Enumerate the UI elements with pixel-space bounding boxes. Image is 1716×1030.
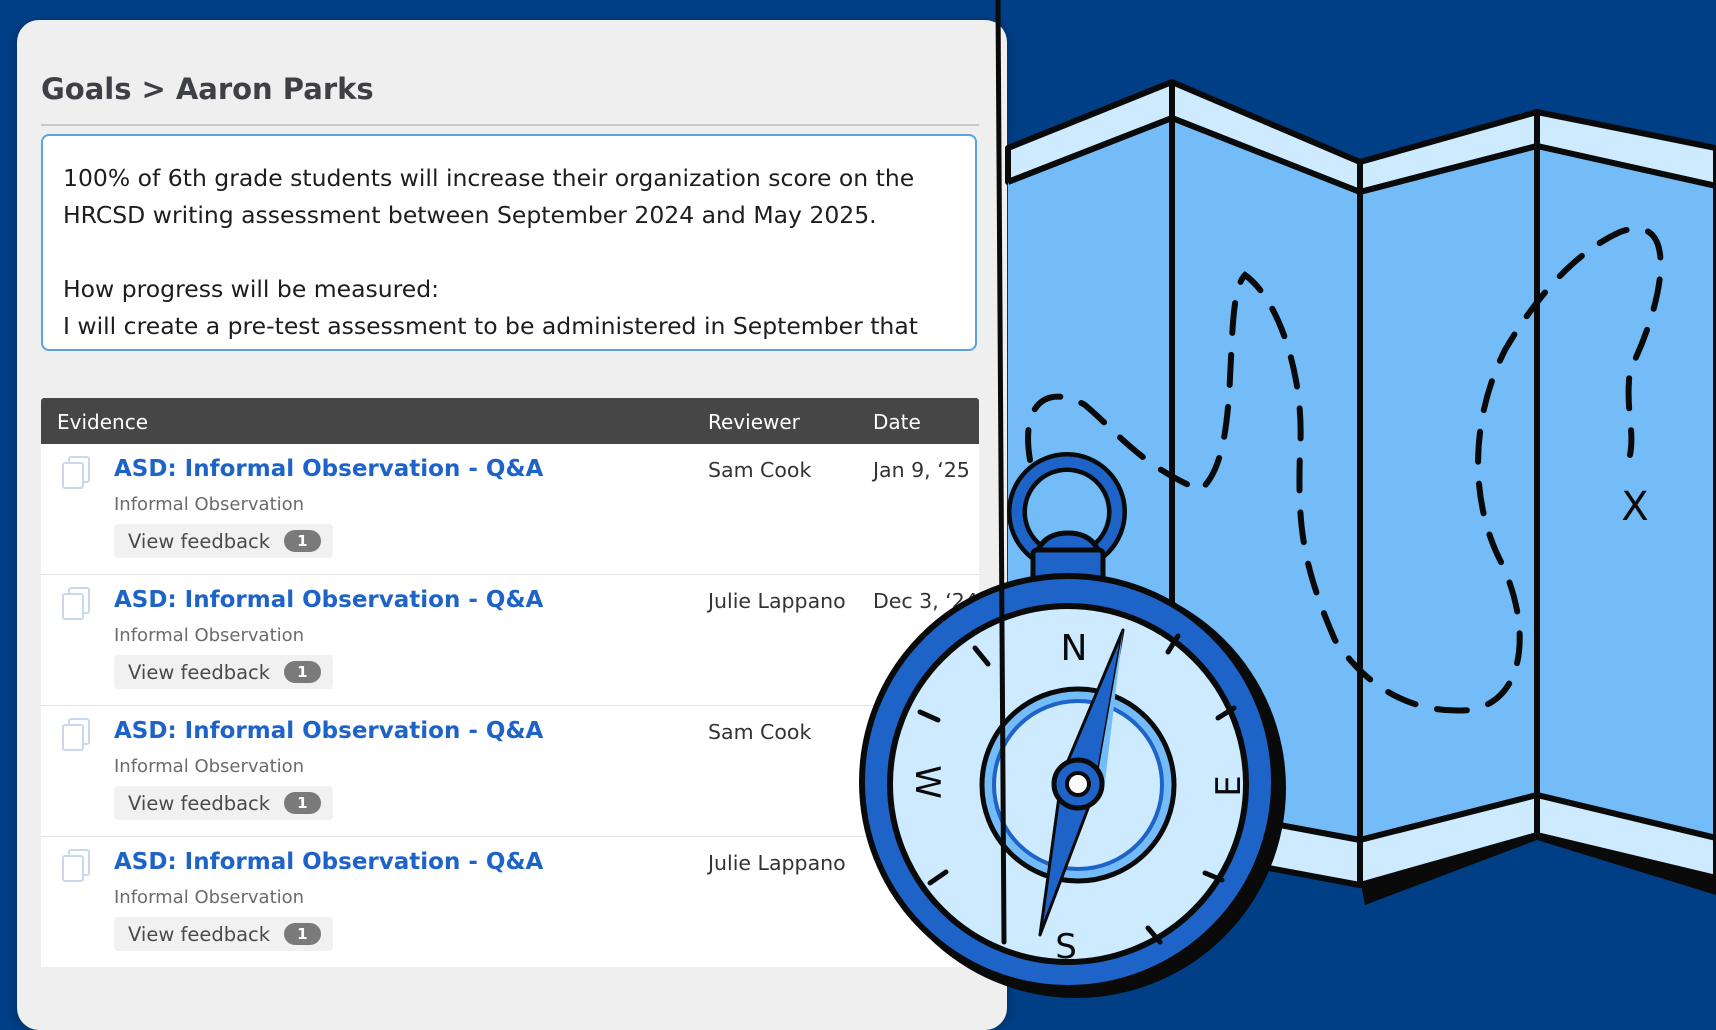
- view-feedback-label: View feedback: [128, 791, 271, 815]
- measure-text: I will create a pre-test assessment to b…: [63, 312, 918, 340]
- table-row: ASD: Informal Observation - Q&A Informal…: [41, 575, 979, 706]
- goal-description-box[interactable]: 100% of 6th grade students will increase…: [41, 134, 977, 351]
- table-row: ASD: Informal Observation - Q&A Informal…: [41, 706, 979, 837]
- evidence-date: Dec 3, ‘24: [873, 589, 978, 613]
- reviewer-name: Julie Lappano: [708, 851, 846, 875]
- evidence-title-link[interactable]: ASD: Informal Observation - Q&A: [114, 456, 543, 482]
- header-reviewer[interactable]: Reviewer: [708, 410, 800, 434]
- table-row: ASD: Informal Observation - Q&A Informal…: [41, 837, 979, 967]
- breadcrumb: Goals > Aaron Parks: [41, 54, 979, 126]
- goal-detail-panel: Goals > Aaron Parks 100% of 6th grade st…: [17, 20, 1007, 1030]
- table-row: ASD: Informal Observation - Q&A Informal…: [41, 444, 979, 575]
- evidence-title-link[interactable]: ASD: Informal Observation - Q&A: [114, 587, 543, 613]
- view-feedback-button[interactable]: View feedback 1: [114, 917, 333, 951]
- evidence-date: Jan 9, ‘25: [873, 458, 970, 482]
- feedback-count-badge: 1: [284, 530, 321, 552]
- evidence-type: Informal Observation: [114, 887, 305, 908]
- treasure-map-icon: X: [1005, 79, 1716, 905]
- reviewer-name: Sam Cook: [708, 720, 812, 744]
- evidence-type: Informal Observation: [114, 625, 305, 646]
- document-copy-icon: [61, 849, 91, 887]
- goal-statement: 100% of 6th grade students will increase…: [63, 164, 915, 229]
- breadcrumb-current: Aaron Parks: [175, 72, 374, 106]
- breadcrumb-goals-link[interactable]: Goals: [41, 72, 132, 106]
- compass-east-label: E: [1209, 775, 1249, 796]
- view-feedback-label: View feedback: [128, 660, 271, 684]
- evidence-type: Informal Observation: [114, 494, 305, 515]
- table-header: Evidence Reviewer Date: [41, 398, 979, 444]
- feedback-count-badge: 1: [284, 923, 321, 945]
- feedback-count-badge: 1: [284, 661, 321, 683]
- evidence-table: Evidence Reviewer Date ASD: Informal Obs…: [41, 398, 979, 967]
- measure-heading: How progress will be measured:: [63, 275, 440, 303]
- evidence-type: Informal Observation: [114, 756, 305, 777]
- document-copy-icon: [61, 718, 91, 756]
- feedback-count-badge: 1: [284, 792, 321, 814]
- reviewer-name: Julie Lappano: [708, 589, 846, 613]
- evidence-title-link[interactable]: ASD: Informal Observation - Q&A: [114, 849, 543, 875]
- header-date[interactable]: Date: [873, 410, 921, 434]
- reviewer-name: Sam Cook: [708, 458, 812, 482]
- view-feedback-button[interactable]: View feedback 1: [114, 786, 333, 820]
- document-copy-icon: [61, 587, 91, 625]
- document-copy-icon: [61, 456, 91, 494]
- view-feedback-label: View feedback: [128, 529, 271, 553]
- evidence-title-link[interactable]: ASD: Informal Observation - Q&A: [114, 718, 543, 744]
- map-x-mark: X: [1621, 484, 1648, 530]
- view-feedback-button[interactable]: View feedback 1: [114, 655, 333, 689]
- breadcrumb-separator: >: [141, 72, 166, 106]
- view-feedback-button[interactable]: View feedback 1: [114, 524, 333, 558]
- header-evidence[interactable]: Evidence: [57, 410, 148, 434]
- compass-south-label: S: [1055, 927, 1077, 967]
- compass-north-label: N: [1061, 628, 1088, 669]
- view-feedback-label: View feedback: [128, 922, 271, 946]
